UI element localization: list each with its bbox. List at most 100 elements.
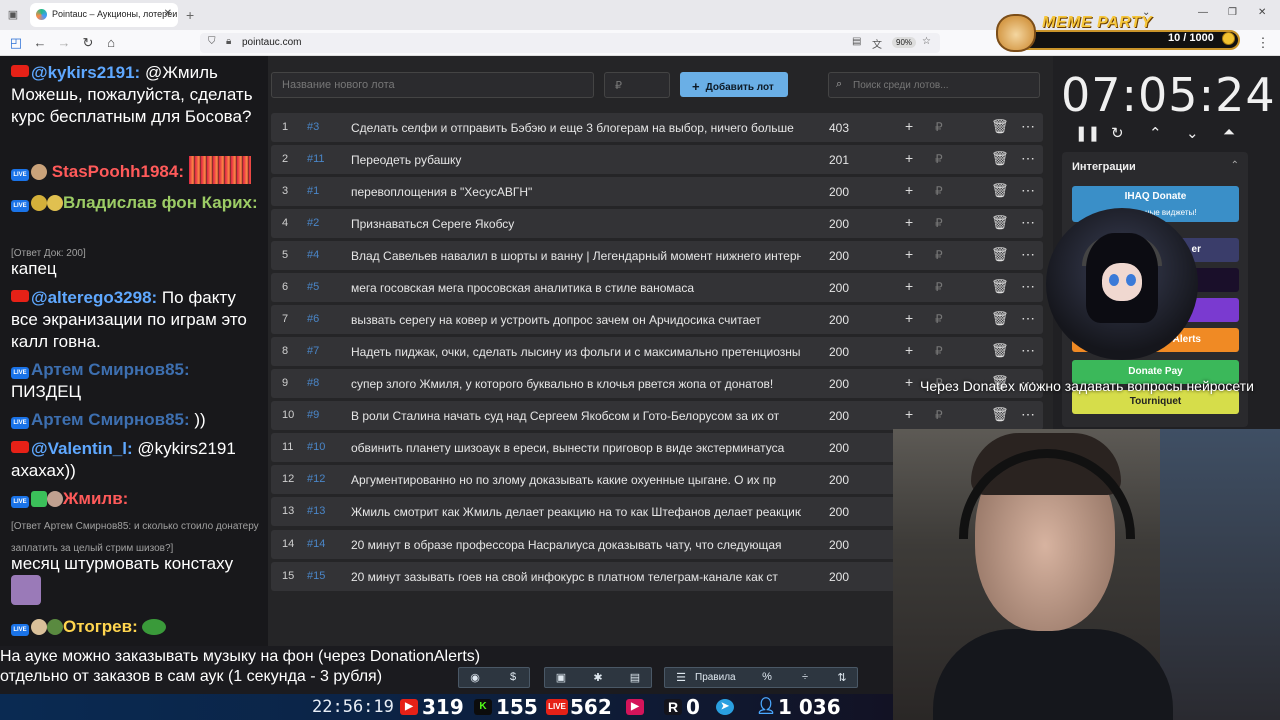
lot-amount[interactable]: 200 [829,377,849,391]
reload-icon[interactable]: ↻ [80,35,96,51]
ruble-icon[interactable]: ₽ [935,184,943,198]
shield-icon[interactable]: ⛉ [208,36,216,47]
lot-amount[interactable]: 200 [829,538,849,552]
sort-icon[interactable]: ⇅ [832,671,852,684]
forward-icon[interactable]: → [56,35,72,50]
lot-name[interactable]: Сделать селфи и отправить Бэбэю и еще 3 … [351,121,801,135]
lock-icon[interactable]: 🔒︎ [226,36,231,47]
reset-icon[interactable]: ↻ [1111,124,1124,142]
home-icon[interactable]: ⌂ [103,35,119,50]
pause-icon[interactable]: ❚❚ [1075,124,1100,142]
double-increase-icon[interactable]: ⏶ [1223,124,1235,141]
delete-icon[interactable]: 🗑︎ [991,342,1009,359]
lot-amount[interactable]: 200 [829,345,849,359]
clear-icon[interactable]: ▤ [625,671,645,684]
more-options-icon[interactable]: ⋯ [1021,310,1035,327]
lot-name[interactable]: В роли Сталина начать суд над Сергеем Як… [351,409,801,423]
lot-row[interactable]: 3 #1 перевоплощения в "ХесусАВГН" 200 + ₽ 🗑︎ ⋯ [271,177,1043,206]
lot-id[interactable]: #15 [307,570,325,582]
lot-name-input[interactable]: Название нового лота [271,72,594,98]
lot-amount[interactable]: 201 [829,153,849,167]
lot-name[interactable]: Влад Савельев навалил в шорты и ванну | … [351,249,801,263]
reader-view-icon[interactable]: ▤ [852,36,861,47]
lot-name[interactable]: обвинить планету шизоаук в ереси, вынест… [351,441,801,455]
more-options-icon[interactable]: ⋯ [1021,214,1035,231]
close-window-icon[interactable]: ✕ [1258,7,1266,18]
lot-name[interactable]: 20 минут в образе профессора Насралиуса … [351,538,801,552]
add-amount-icon[interactable]: + [905,278,913,294]
decrease-time-icon[interactable]: ⌄ [1186,124,1199,142]
lot-name[interactable]: Жмиль смотрит как Жмиль делает реакцию н… [351,505,801,519]
zoom-level[interactable]: 90% [892,37,917,48]
add-amount-icon[interactable]: + [905,118,913,134]
lot-row[interactable]: 2 #11 Переодеть рубашку 201 + ₽ 🗑︎ ⋯ [271,145,1043,174]
lot-id[interactable]: #4 [307,249,319,261]
lot-search-input[interactable]: ⌕ Поиск среди лотов... [828,72,1040,98]
percent-icon[interactable]: % [757,671,777,683]
lot-id[interactable]: #12 [307,473,325,485]
add-amount-icon[interactable]: + [905,406,913,422]
ruble-icon[interactable]: ₽ [935,216,943,230]
more-options-icon[interactable]: ⋯ [1021,246,1035,263]
lot-name[interactable]: Признаваться Сереге Якобсу [351,217,801,231]
lot-id[interactable]: #11 [307,153,325,165]
lot-amount[interactable]: 200 [829,570,849,584]
more-options-icon[interactable]: ⋯ [1021,342,1035,359]
lot-id[interactable]: #9 [307,409,319,421]
more-options-icon[interactable]: ⋯ [1021,118,1035,135]
lot-row[interactable]: 1 #3 Сделать селфи и отправить Бэбэю и еще… [271,113,1043,142]
lot-amount[interactable]: 200 [829,441,849,455]
lot-amount[interactable]: 200 [829,409,849,423]
lot-row[interactable]: 8 #7 Надеть пиджак, очки, сделать лысину и… [271,337,1043,366]
collapse-icon[interactable]: ⌃ [1231,160,1239,171]
ruble-icon[interactable]: ₽ [935,344,943,358]
new-tab-icon[interactable]: + [186,7,194,23]
ruble-icon[interactable]: ₽ [935,152,943,166]
lot-id[interactable]: #8 [307,377,319,389]
lot-id[interactable]: #13 [307,505,325,517]
ruble-icon[interactable]: ₽ [935,408,943,422]
rules-label[interactable]: Правила [695,672,736,683]
lot-name[interactable]: перевоплощения в "ХесусАВГН" [351,185,801,199]
ruble-icon[interactable]: ₽ [935,248,943,262]
back-icon[interactable]: ← [32,35,48,50]
lot-name[interactable]: 20 минут зазывать гоев на свой инфокурс … [351,570,801,584]
add-amount-icon[interactable]: + [905,374,913,390]
sidebar-icon[interactable]: ◰ [8,35,24,51]
delete-icon[interactable]: 🗑︎ [991,118,1009,135]
lot-amount[interactable]: 403 [829,121,849,135]
add-amount-icon[interactable]: + [905,150,913,166]
delete-icon[interactable]: 🗑︎ [991,278,1009,295]
lot-name[interactable]: Переодеть рубашку [351,153,801,167]
bug-icon[interactable]: ✱ [588,671,608,684]
lot-id[interactable]: #5 [307,281,319,293]
more-options-icon[interactable]: ⋯ [1021,182,1035,199]
translate-icon[interactable]: 文 [872,36,882,51]
add-amount-icon[interactable]: + [905,246,913,262]
menu-icon[interactable]: ⋮ [1255,35,1271,51]
delete-icon[interactable]: 🗑︎ [991,246,1009,263]
bookmark-star-icon[interactable]: ☆ [922,36,931,47]
close-tab-icon[interactable]: ✕ [164,8,172,19]
lot-row[interactable]: 7 #6 вызвать серегу на ковер и устроить до… [271,305,1043,334]
delete-icon[interactable]: 🗑︎ [991,406,1009,423]
sidebar-toggle-icon[interactable]: ▣ [6,8,20,22]
lot-row[interactable]: 10 #9 В роли Сталина начать суд над Сергее… [271,401,1043,430]
lot-name[interactable]: мега госовская мега просовская аналитика… [351,281,801,295]
lot-amount[interactable]: 200 [829,473,849,487]
ruble-icon[interactable]: ₽ [935,280,943,294]
lot-amount[interactable]: 200 [829,505,849,519]
lot-id[interactable]: #7 [307,345,319,357]
lot-amount[interactable]: 200 [829,313,849,327]
ruble-icon[interactable]: ₽ [935,120,943,134]
lot-amount[interactable]: 200 [829,185,849,199]
lot-name[interactable]: Надеть пиджак, очки, сделать лысину из ф… [351,345,801,359]
lot-price-input[interactable]: ₽ [604,72,670,98]
lot-id[interactable]: #1 [307,185,319,197]
lot-name[interactable]: супер злого Жмиля, у которого буквально … [351,377,801,391]
more-options-icon[interactable]: ⋯ [1021,406,1035,423]
more-options-icon[interactable]: ⋯ [1021,278,1035,295]
lot-row[interactable]: 4 #2 Признаваться Сереге Якобсу 200 + ₽ 🗑︎ ⋯ [271,209,1043,238]
lot-name[interactable]: Аргументированно но по злому доказывать … [351,473,801,487]
save-icon[interactable]: ▣ [551,671,571,684]
